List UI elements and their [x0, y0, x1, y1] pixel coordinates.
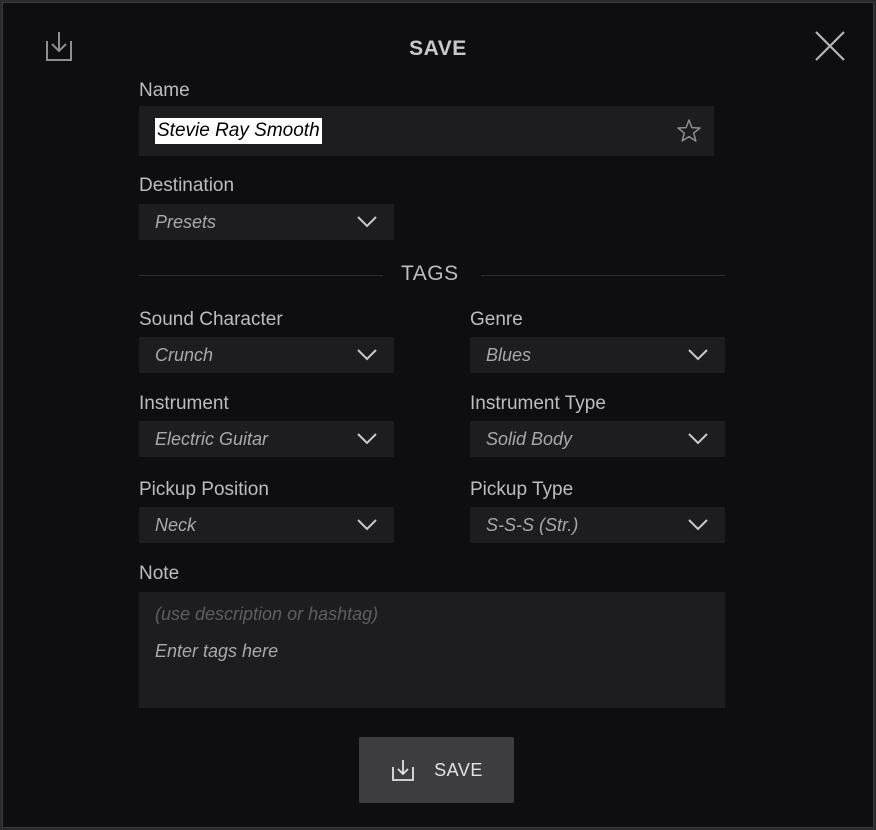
sound-character-value: Crunch	[155, 344, 214, 365]
save-button-label: SAVE	[434, 759, 483, 780]
pickup-position-select[interactable]: Neck	[139, 507, 394, 543]
note-label: Note	[139, 563, 180, 584]
instrument-select[interactable]: Electric Guitar	[139, 421, 394, 457]
genre-label: Genre	[470, 309, 523, 330]
destination-label: Destination	[139, 175, 235, 196]
genre-select[interactable]: Blues	[470, 337, 725, 373]
chevron-down-icon	[688, 349, 708, 361]
pickup-type-label: Pickup Type	[470, 479, 574, 500]
pickup-position-label: Pickup Position	[139, 479, 269, 500]
chevron-down-icon	[688, 433, 708, 445]
note-placeholder: Enter tags here	[155, 641, 279, 661]
note-hint: (use description or hashtag)	[155, 604, 379, 624]
pickup-position-value: Neck	[155, 514, 197, 535]
sound-character-select[interactable]: Crunch	[139, 337, 394, 373]
close-icon[interactable]	[813, 29, 847, 63]
save-dialog: SAVE Name Stevie Ray Smooth Destination …	[2, 2, 874, 828]
save-button[interactable]: SAVE	[359, 737, 514, 803]
chevron-down-icon	[357, 433, 377, 445]
tags-heading: TAGS	[401, 262, 459, 285]
sound-character-label: Sound Character	[139, 309, 283, 330]
star-outline-icon[interactable]	[676, 118, 702, 144]
instrument-type-value: Solid Body	[486, 428, 573, 449]
genre-value: Blues	[486, 344, 532, 365]
name-field[interactable]: Stevie Ray Smooth	[139, 106, 714, 156]
instrument-type-select[interactable]: Solid Body	[470, 421, 725, 457]
instrument-label: Instrument	[139, 393, 229, 414]
name-label: Name	[139, 80, 190, 101]
dialog-title: SAVE	[409, 37, 467, 60]
destination-select[interactable]: Presets	[139, 204, 394, 240]
tags-divider-left	[139, 275, 383, 276]
instrument-type-label: Instrument Type	[470, 393, 606, 414]
note-textarea[interactable]: (use description or hashtag) Enter tags …	[139, 592, 725, 708]
chevron-down-icon	[688, 519, 708, 531]
save-download-icon	[392, 760, 415, 781]
pickup-type-value: S-S-S (Str.)	[486, 514, 579, 535]
instrument-value: Electric Guitar	[155, 428, 269, 449]
chevron-down-icon	[357, 349, 377, 361]
chevron-down-icon	[357, 216, 377, 228]
tags-divider-right	[481, 275, 725, 276]
pickup-type-select[interactable]: S-S-S (Str.)	[470, 507, 725, 543]
chevron-down-icon	[357, 519, 377, 531]
destination-value: Presets	[155, 211, 217, 232]
name-input-value[interactable]: Stevie Ray Smooth	[155, 118, 322, 144]
